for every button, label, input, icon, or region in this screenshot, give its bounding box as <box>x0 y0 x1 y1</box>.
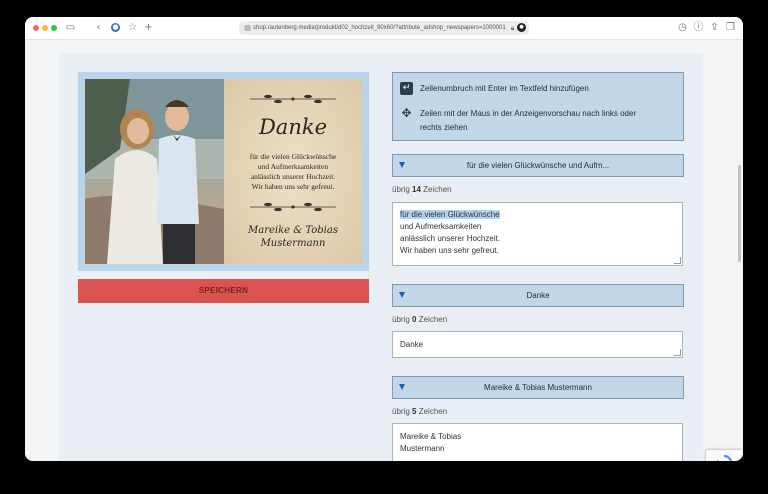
textarea-line: Mustermann <box>400 444 445 453</box>
counter-prefix: übrig <box>392 185 410 194</box>
ornament-bottom-icon <box>250 202 336 212</box>
accordion-header-message[interactable]: für die vielen Glückwünsche und Aufm... <box>392 154 684 177</box>
counter-prefix: übrig <box>392 315 410 324</box>
close-window-button[interactable] <box>33 25 39 31</box>
preview-names-line[interactable]: Mustermann <box>224 238 362 249</box>
browser-toolbar: ▭ ‹ ● ☆ + ▤ shop.rautenberg.media/produk… <box>25 17 743 40</box>
accordion-title: Mareike & Tobias Mustermann <box>484 383 592 392</box>
save-button[interactable]: SPEICHERN <box>78 279 369 303</box>
counter-suffix: Zeichen <box>418 315 448 324</box>
textarea-line: Mareike & Tobias <box>400 432 462 441</box>
preview-message-line[interactable]: für die vielen Glückwünsche <box>224 152 362 161</box>
url-text: shop.rautenberg.media/produkt/d02_hochze… <box>253 25 506 31</box>
ornament-top-icon <box>250 94 336 104</box>
ad-preview: Danke für die vielen Glückwünsche und Au… <box>78 72 369 271</box>
accordion-title: für die vielen Glückwünsche und Aufm... <box>466 161 610 170</box>
minimize-window-button[interactable] <box>42 25 48 31</box>
preview-card: Danke für die vielen Glückwünsche und Au… <box>85 79 362 264</box>
star-icon[interactable]: ☆ <box>127 22 138 33</box>
counter-suffix: Zeichen <box>423 185 452 194</box>
char-counter: übrig 14 Zeichen <box>392 185 452 194</box>
counter-value: 5 <box>412 407 417 416</box>
textarea-line: Danke <box>400 340 424 349</box>
editor-panel: Danke für die vielen Glückwünsche und Au… <box>59 53 703 461</box>
counter-value: 14 <box>412 185 421 194</box>
page-icon: ▤ <box>244 24 251 32</box>
info-icon[interactable]: ⓘ <box>693 22 704 33</box>
page-content: Danke für die vielen Glückwünsche und Au… <box>25 40 743 461</box>
counter-prefix: übrig <box>392 407 410 416</box>
tabs-overview-icon[interactable]: ❐ <box>725 22 736 33</box>
drag-hint-line: Zeilen mit der Maus in der Anzeigenvorsc… <box>420 109 637 118</box>
recaptcha-icon <box>717 454 732 461</box>
new-tab-icon[interactable]: + <box>143 22 154 33</box>
counter-suffix: Zeichen <box>418 407 448 416</box>
textarea-line: für die vielen Glückwünsche <box>400 210 500 219</box>
drag-hint-line: rechts ziehen <box>420 123 468 132</box>
back-icon[interactable]: ‹ <box>93 22 104 33</box>
preview-title[interactable]: Danke <box>224 115 362 139</box>
accordion-header-names[interactable]: Mareike & Tobias Mustermann <box>392 376 684 399</box>
couple-photo <box>85 79 224 264</box>
char-counter: übrig 0 Zeichen <box>392 315 447 324</box>
resize-grip-icon[interactable] <box>674 257 681 264</box>
resize-grip-icon[interactable] <box>674 349 681 356</box>
line-break-hint: Zeilenumbruch mit Enter im Textfeld hinz… <box>420 84 589 93</box>
accordion-title: Danke <box>526 291 550 300</box>
counter-value: 0 <box>412 315 417 324</box>
preview-message-line[interactable]: Wir haben uns sehr gefreut. <box>224 182 362 191</box>
enter-key-icon: ↵ <box>400 82 413 95</box>
names-textarea[interactable]: Mareike & Tobias Mustermann <box>392 423 683 461</box>
share-icon[interactable]: ⇪ <box>709 22 720 33</box>
zoom-window-button[interactable] <box>51 25 57 31</box>
accordion-header-title[interactable]: Danke <box>392 284 684 307</box>
move-arrows-icon: ✥ <box>401 106 412 120</box>
privacy-shield-icon[interactable]: ● <box>111 23 120 32</box>
history-icon[interactable]: ◷ <box>677 22 688 33</box>
char-counter: übrig 5 Zeichen <box>392 407 447 416</box>
message-textarea[interactable]: für die vielen Glückwünsche und Aufmerks… <box>392 202 683 266</box>
address-bar[interactable]: ▤ shop.rautenberg.media/produkt/d02_hoch… <box>239 21 529 35</box>
preview-message-line[interactable]: anlässlich unserer Hochzeit. <box>224 172 362 181</box>
textarea-line: Wir haben uns sehr gefreut. <box>400 246 499 255</box>
preview-names-line[interactable]: Mareike & Tobias <box>224 225 362 236</box>
sidebar-toggle-icon[interactable]: ▭ <box>65 22 76 33</box>
textarea-line: und Aufmerksamkeiten <box>400 222 482 231</box>
message-paper: Danke für die vielen Glückwünsche und Au… <box>224 79 362 264</box>
textarea-line: anlässlich unserer Hochzeit. <box>400 234 501 243</box>
couple-photo-illustration <box>85 79 224 264</box>
browser-window: ▭ ‹ ● ☆ + ▤ shop.rautenberg.media/produk… <box>25 17 743 461</box>
recaptcha-badge[interactable]: Privacy - Terms <box>706 450 743 461</box>
preview-message-line[interactable]: und Aufmerksamkeiten <box>224 162 362 171</box>
extension-icon[interactable]: ● <box>517 23 526 32</box>
title-textarea[interactable]: Danke <box>392 331 683 358</box>
page-scrollbar[interactable] <box>738 165 741 262</box>
hints-box: ↵ Zeilenumbruch mit Enter im Textfeld hi… <box>392 72 684 141</box>
